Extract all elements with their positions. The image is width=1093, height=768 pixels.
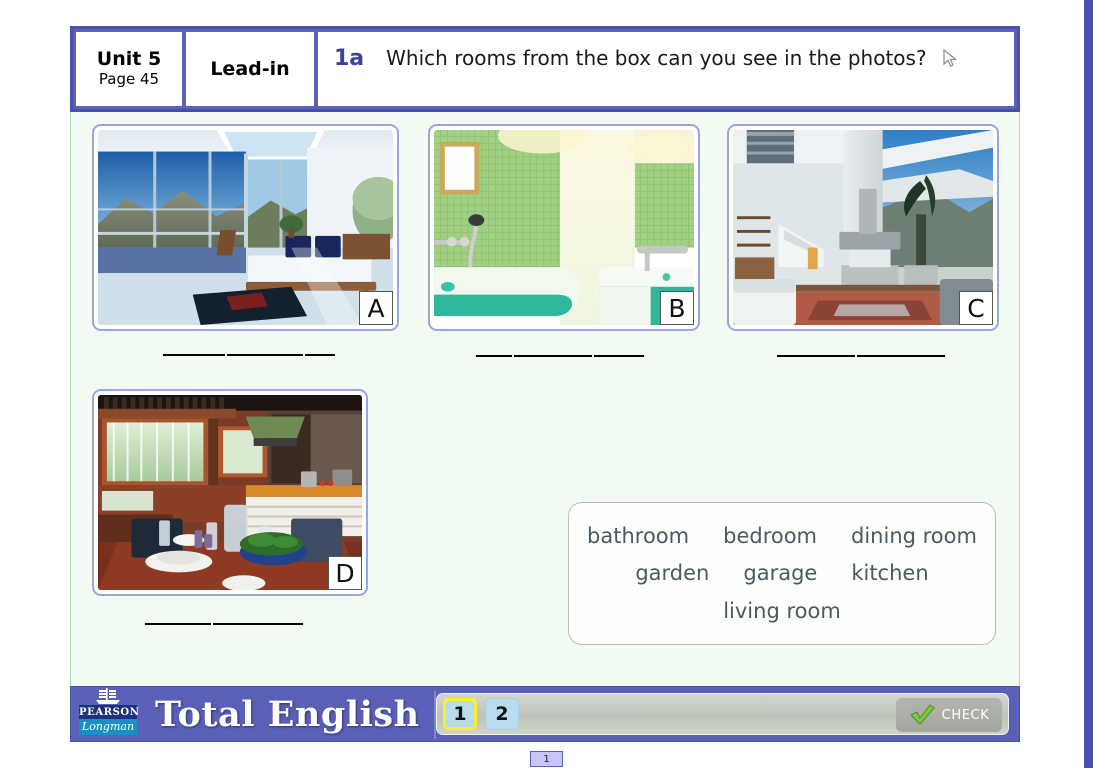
photo-card-d[interactable]: D [92,389,368,596]
photo-image-d [98,395,362,590]
unit-indicator: Unit 5 Page 45 [76,32,182,106]
word-bathroom[interactable]: bathroom [587,524,689,548]
answer-blank-c[interactable] [777,355,945,358]
photo-card-c[interactable]: C [727,124,999,331]
page-indicator-label: 1 [543,753,550,765]
photo-card-b[interactable]: B [428,124,700,331]
footer-toolbar: PEARSON Longman Total English 1 2 CHECK [70,686,1020,742]
word-dining-room[interactable]: dining room [851,524,977,548]
brand-block: PEARSON Longman Total English [71,687,436,741]
photo-image-c [733,130,993,325]
word-bedroom[interactable]: bedroom [723,524,817,548]
exercise-nav-panel: 1 2 CHECK [436,693,1009,735]
page-indicator[interactable]: 1 [530,751,563,767]
right-edge-strip [1084,0,1093,768]
mouse-pointer-icon [943,47,958,76]
unit-page: Page 45 [98,70,160,89]
unit-title: Unit 5 [96,48,162,71]
word-bank-row: garden garage kitchen [587,561,977,585]
word-garden[interactable]: garden [635,561,709,585]
green-check-icon [909,704,935,725]
word-living-room[interactable]: living room [723,599,841,623]
exercise-content: A B C D bathroom bedroom dining room gar… [70,112,1020,686]
exercise-header: Unit 5 Page 45 Lead-in 1a Which rooms fr… [70,26,1020,112]
word-bank-row: living room [587,599,977,623]
photo-image-b [434,130,694,325]
photo-image-a [98,130,393,325]
photo-card-a[interactable]: A [92,124,399,331]
question-panel: 1a Which rooms from the box can you see … [318,32,1014,106]
longman-wordmark: Longman [79,719,137,735]
product-title: Total English [155,693,420,735]
section-label: Lead-in [210,58,290,80]
word-garage[interactable]: garage [743,561,817,585]
word-bank: bathroom bedroom dining room garden gara… [568,502,996,645]
photo-letter-b: B [660,291,694,325]
pearson-wordmark: PEARSON [79,705,140,719]
photo-letter-c: C [959,291,993,325]
photo-letter-d: D [328,556,362,590]
photo-letter-a: A [359,291,393,325]
question-text: Which rooms from the box can you see in … [386,44,958,76]
pearson-longman-logo: PEARSON Longman [79,687,140,741]
answer-blank-a[interactable] [163,354,335,357]
nav-step-2[interactable]: 2 [485,698,519,730]
nav-step-1[interactable]: 1 [443,698,477,730]
question-number: 1a [334,46,365,71]
check-button[interactable]: CHECK [896,698,1002,732]
answer-blank-d[interactable] [145,623,303,626]
check-label: CHECK [941,707,990,723]
answer-blank-b[interactable] [476,355,644,358]
section-indicator: Lead-in [186,32,314,106]
ship-icon [96,688,120,704]
word-kitchen[interactable]: kitchen [851,561,928,585]
word-bank-row: bathroom bedroom dining room [587,524,977,548]
